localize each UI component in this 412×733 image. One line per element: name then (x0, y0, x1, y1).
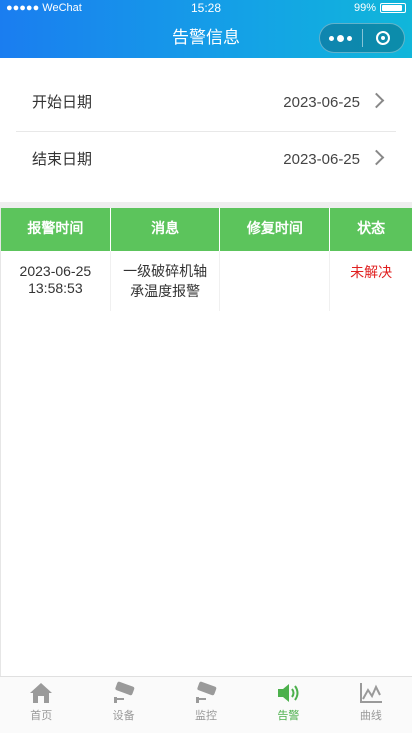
cell-repair-time (220, 251, 331, 311)
tab-home-label: 首页 (30, 710, 53, 722)
chevron-right-icon (368, 92, 385, 109)
more-dot-icon (347, 35, 353, 41)
camera-icon (196, 681, 217, 703)
column-header-alarm-time: 报警时间 (1, 208, 111, 251)
tab-alarm[interactable]: 告警 (247, 677, 329, 733)
chevron-right-icon (368, 149, 385, 166)
tab-monitor-label: 监控 (195, 710, 218, 722)
column-header-status: 状态 (357, 221, 386, 237)
target-icon (376, 31, 391, 45)
speaker-icon (278, 684, 299, 702)
tab-monitor[interactable]: 监控 (165, 677, 247, 733)
cell-alarm-time: 2023-06-25 13:58:53 (1, 251, 111, 311)
tab-device-label: 设备 (112, 710, 135, 722)
chart-icon (359, 683, 382, 703)
miniprogram-capsule (319, 23, 405, 53)
clock: 15:28 (190, 1, 222, 15)
column-header-message: 消息 (111, 208, 221, 251)
more-button[interactable] (320, 34, 362, 42)
status-bar: ●●●●● WeChat 15:28 99% (0, 0, 412, 16)
close-miniprogram-button[interactable] (362, 31, 404, 45)
start-date-value: 2023-06-25 (283, 94, 360, 111)
end-date-value: 2023-06-25 (283, 151, 360, 168)
cell-message: 一级破碎机轴承温度报警 (111, 251, 221, 311)
tab-chart[interactable]: 曲线 (330, 677, 412, 733)
alarm-table: 报警时间 消息 修复时间 状态 2023-06-25 13:58:53 一级破碎… (0, 208, 412, 677)
camera-icon (113, 681, 134, 703)
start-date-picker[interactable]: 开始日期 2023-06-25 (16, 74, 396, 132)
tab-chart-label: 曲线 (359, 710, 382, 722)
more-dot-icon (329, 35, 335, 41)
start-date-label: 开始日期 (32, 94, 93, 111)
table-header: 报警时间 消息 修复时间 状态 (1, 208, 412, 251)
tab-device[interactable]: 设备 (82, 677, 164, 733)
column-header-repair-time: 修复时间 (220, 208, 331, 251)
bottom-tab-bar: 首页 设备 监控 告警 曲线 (0, 676, 412, 733)
tab-alarm-label: 告警 (277, 710, 300, 722)
end-date-label: 结束日期 (32, 151, 93, 168)
battery-percent: 99% (353, 2, 376, 14)
end-date-picker[interactable]: 结束日期 2023-06-25 (16, 131, 396, 188)
home-icon (30, 683, 53, 703)
app-header: ●●●●● WeChat 15:28 99% 告警信息 (0, 0, 412, 58)
cell-status: 未解决 (350, 264, 393, 280)
tab-home[interactable]: 首页 (0, 677, 82, 733)
battery-icon (380, 3, 406, 13)
battery-indicator: 99% (354, 0, 406, 16)
table-row[interactable]: 2023-06-25 13:58:53 一级破碎机轴承温度报警 未解决 (1, 251, 412, 311)
more-dot-icon (337, 34, 345, 42)
